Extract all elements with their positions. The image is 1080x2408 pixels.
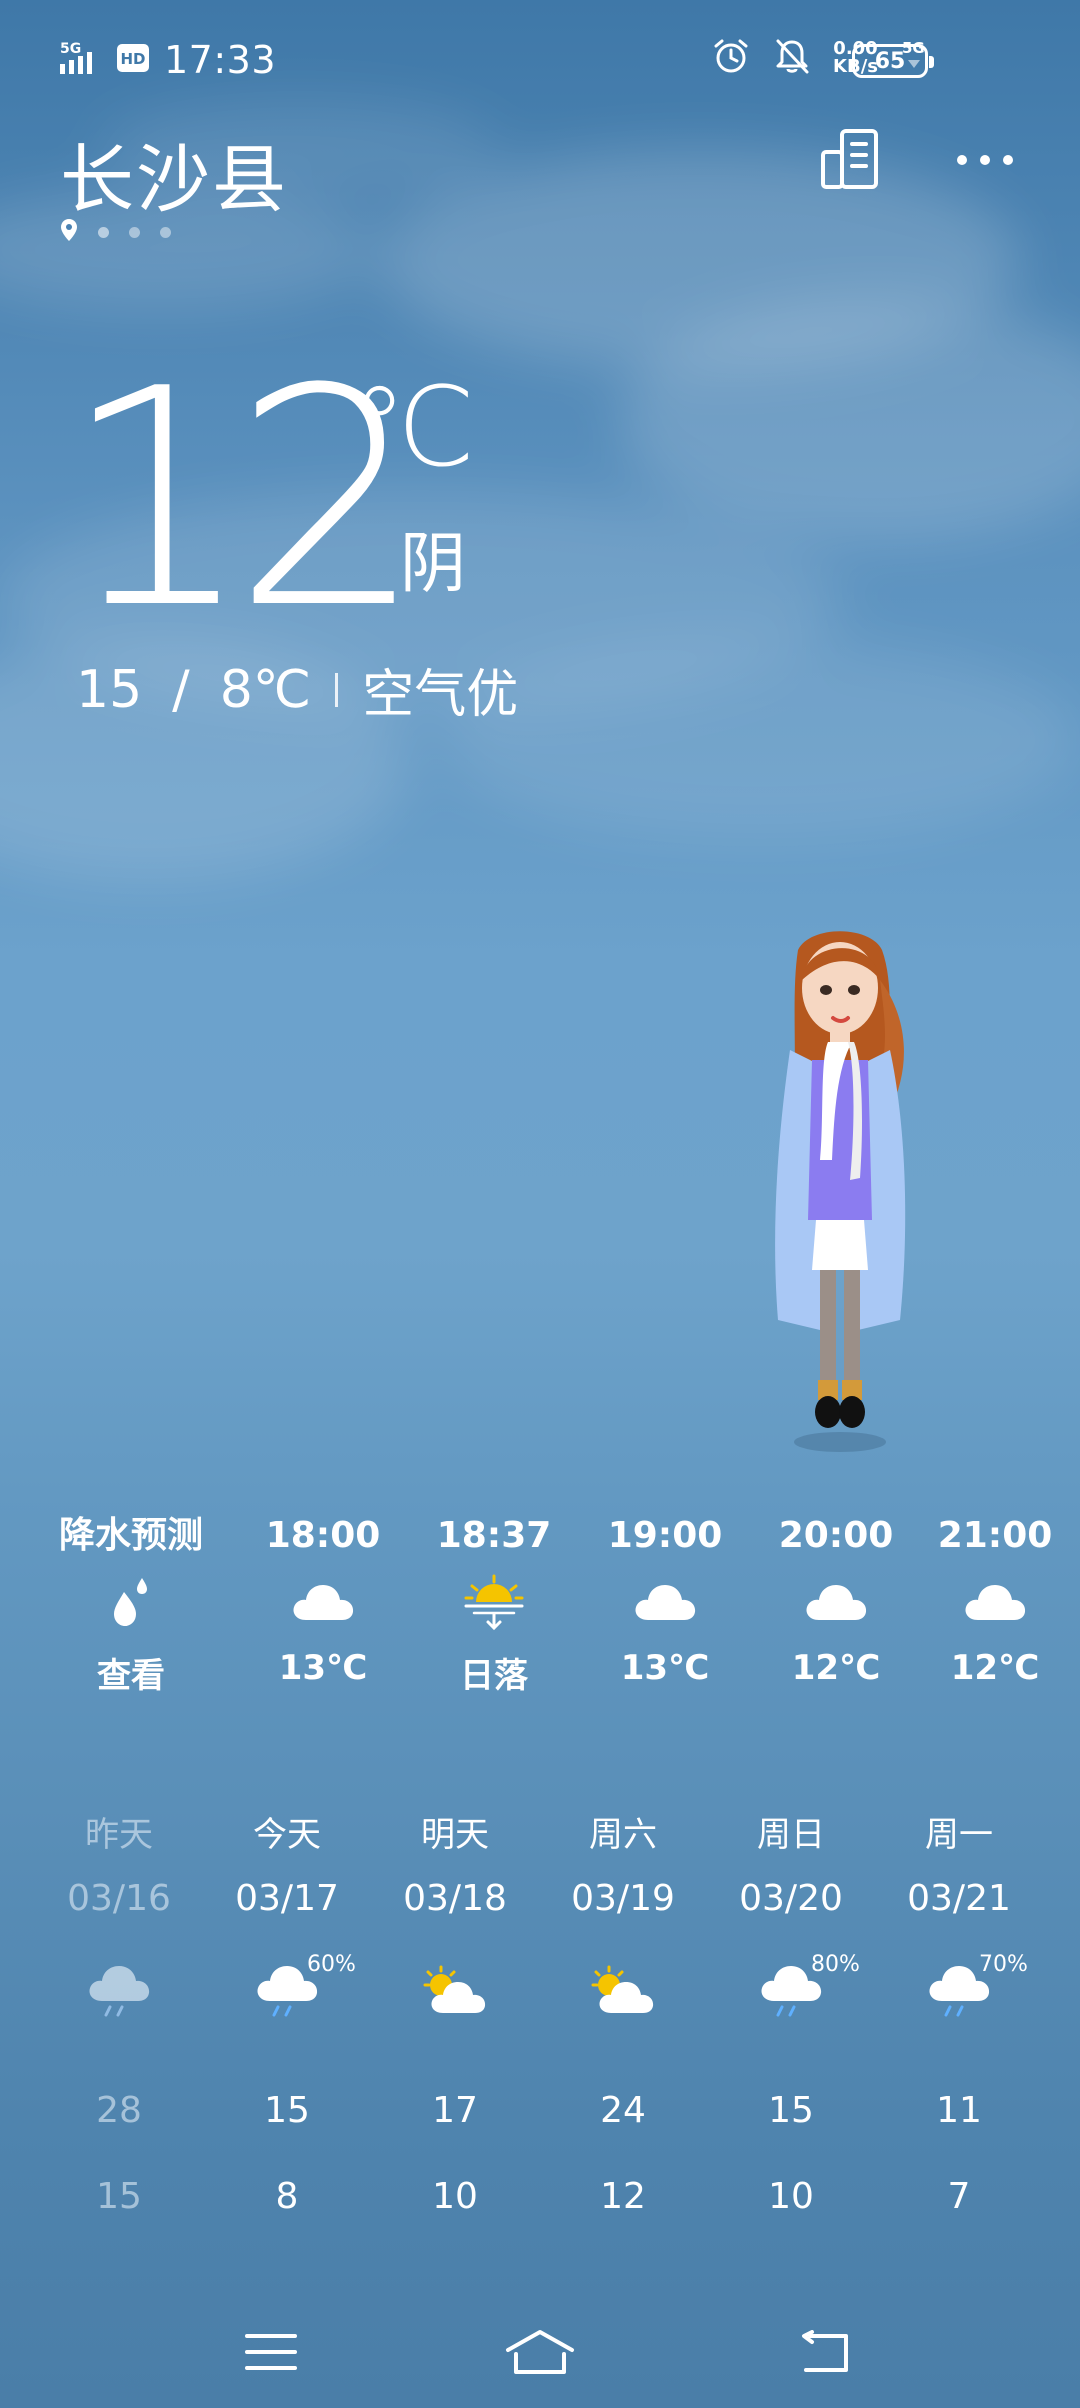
page-indicator <box>60 218 171 246</box>
divider <box>335 672 339 707</box>
temperature-unit: ℃ <box>352 363 476 491</box>
daily-item[interactable]: 周日 03/20 80% 15 10 <box>707 1810 875 2222</box>
hourly-value: 12℃ <box>791 1648 881 1688</box>
hourly-time: 20:00 <box>778 1515 894 1556</box>
temperature-range: 15 / 8℃ 空气优 <box>76 652 518 727</box>
daily-date: 03/16 <box>67 1878 171 1919</box>
current-condition: 阴 <box>400 525 466 602</box>
daily-low: 7 <box>947 2176 971 2217</box>
daily-day: 今天 <box>253 1815 321 1855</box>
hourly-time: 18:00 <box>265 1515 381 1556</box>
cloud-icon <box>751 1562 921 1642</box>
status-time: 17:33 <box>164 38 277 82</box>
daily-precip: 70% <box>979 1952 1028 1977</box>
today-high: 15 <box>76 659 143 720</box>
hourly-time: 降水预测 <box>58 1515 203 1556</box>
daily-item[interactable]: 周一 03/21 70% 11 7 <box>875 1810 1043 2222</box>
home-icon[interactable] <box>500 2322 580 2382</box>
partly-cloudy-icon <box>539 1946 707 2036</box>
daily-date: 03/17 <box>235 1878 339 1919</box>
alarm-icon <box>711 36 751 80</box>
location-pin-icon <box>60 218 78 246</box>
mute-icon <box>773 36 811 80</box>
daily-day: 周一 <box>925 1815 993 1855</box>
hourly-value: 13℃ <box>278 1648 368 1688</box>
hourly-item: 20:00 12℃ <box>751 1510 921 1688</box>
daily-date: 03/19 <box>571 1878 675 1919</box>
daily-item-today[interactable]: 今天 03/17 60% 15 8 <box>203 1810 371 2222</box>
hourly-time: 19:00 <box>607 1515 723 1556</box>
status-bar: 5G HD 17:33 0.00 KB/s 5G 65 <box>0 0 1080 120</box>
hourly-forecast[interactable]: 降水预测 查看 18:00 13℃ 18:37 日落 19:00 13℃ 20:… <box>0 1510 1080 1730</box>
today-low: 8℃ <box>219 659 312 720</box>
cloud-icon <box>910 1562 1080 1642</box>
hourly-value: 12℃ <box>950 1648 1040 1688</box>
cloud-icon <box>580 1562 750 1642</box>
page-dot <box>98 226 109 238</box>
hd-icon: HD <box>116 43 150 77</box>
daily-high: 24 <box>600 2090 646 2131</box>
rain-cloud-icon: 80% <box>707 1946 875 2036</box>
rain-cloud-icon: 70% <box>875 1946 1043 2036</box>
hourly-time: 18:37 <box>436 1515 552 1556</box>
hourly-value: 13℃ <box>620 1648 710 1688</box>
daily-precip: 80% <box>811 1952 860 1977</box>
daily-high: 28 <box>96 2090 142 2131</box>
partly-cloudy-icon <box>371 1946 539 2036</box>
daily-item[interactable]: 明天 03/18 17 10 <box>371 1810 539 2222</box>
daily-high: 15 <box>768 2090 814 2131</box>
hourly-item-rain-forecast[interactable]: 降水预测 查看 <box>46 1510 216 1697</box>
more-icon[interactable] <box>952 150 1018 170</box>
hourly-item: 19:00 13℃ <box>580 1510 750 1688</box>
battery-icon: 65 <box>852 44 934 78</box>
daily-low: 8 <box>275 2176 299 2217</box>
daily-high: 11 <box>936 2090 982 2131</box>
hourly-value: 查看 <box>97 1656 165 1696</box>
daily-day: 昨天 <box>85 1815 153 1855</box>
hourly-value: 日落 <box>460 1656 528 1696</box>
daily-date: 03/21 <box>907 1878 1011 1919</box>
hourly-item: 18:00 13℃ <box>238 1510 408 1688</box>
menu-icon[interactable] <box>231 2322 311 2382</box>
hourly-item: 18:37 日落 <box>409 1510 579 1697</box>
daily-low: 10 <box>432 2176 478 2217</box>
daily-low: 12 <box>600 2176 646 2217</box>
daily-item[interactable]: 周六 03/19 24 12 <box>539 1810 707 2222</box>
daily-item-yesterday[interactable]: 昨天 03/16 28 15 <box>35 1810 203 2222</box>
air-quality[interactable]: 空气优 <box>362 652 518 727</box>
daily-low: 10 <box>768 2176 814 2217</box>
hd-label: HD <box>120 50 145 68</box>
back-icon[interactable] <box>784 2322 864 2382</box>
signal-label: 5G <box>60 41 81 57</box>
navigation-bar <box>0 2300 1080 2408</box>
battery-level: 65 <box>874 48 906 74</box>
city-manage-icon[interactable] <box>820 128 886 190</box>
page-dot <box>129 226 140 238</box>
page-dot <box>160 226 171 238</box>
hourly-time: 21:00 <box>937 1515 1053 1556</box>
daily-date: 03/20 <box>739 1878 843 1919</box>
daily-precip: 60% <box>307 1952 356 1977</box>
daily-day: 明天 <box>421 1815 489 1855</box>
hourly-item: 21:00 12℃ <box>910 1510 1080 1688</box>
range-separator: / <box>172 659 190 720</box>
daily-date: 03/18 <box>403 1878 507 1919</box>
weather-character[interactable] <box>740 920 940 1460</box>
rain-cloud-icon: 60% <box>203 1946 371 2036</box>
daily-high: 17 <box>432 2090 478 2131</box>
status-left: 5G HD 17:33 <box>58 38 276 82</box>
raindrop-icon <box>46 1562 216 1642</box>
daily-day: 周六 <box>589 1815 657 1855</box>
cloud-icon <box>238 1562 408 1642</box>
daily-low: 15 <box>96 2176 142 2217</box>
sunset-icon <box>409 1562 579 1642</box>
city-title[interactable]: 长沙县 <box>60 120 288 227</box>
daily-day: 周日 <box>757 1815 825 1855</box>
daily-high: 15 <box>264 2090 310 2131</box>
rain-cloud-icon <box>35 1946 203 2036</box>
signal-icon: 5G <box>58 40 102 80</box>
